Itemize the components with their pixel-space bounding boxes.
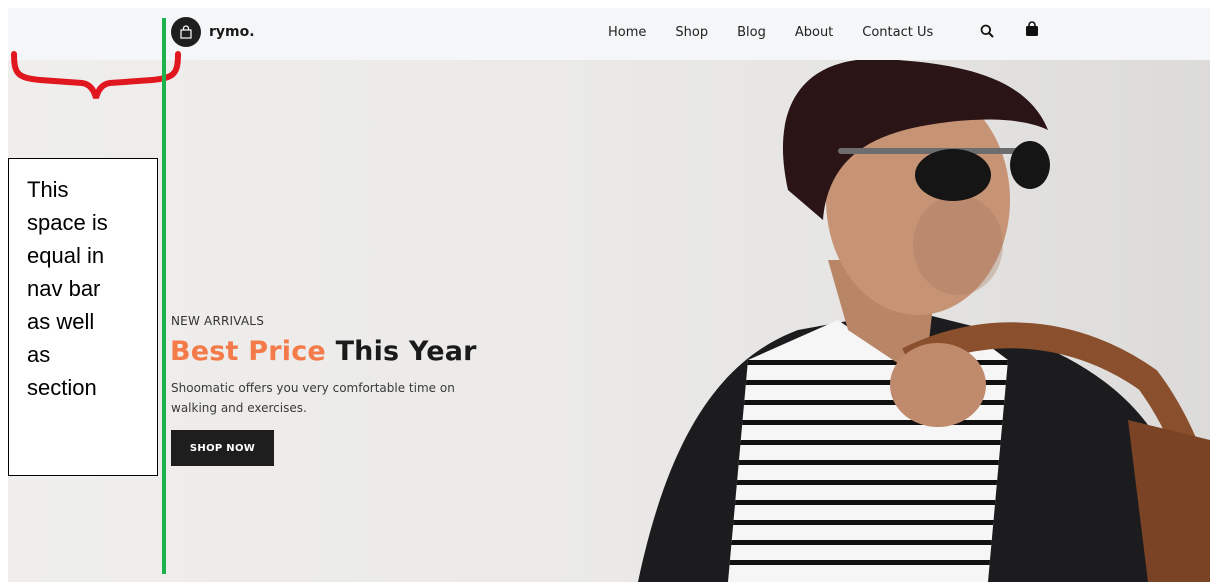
annotation-note: This space is equal in nav bar as well a… — [8, 158, 158, 476]
headline-rest: This Year — [335, 336, 477, 367]
green-guide-line — [162, 18, 166, 574]
hero-headline: Best Price This Year — [170, 336, 477, 367]
shopping-bag-icon — [171, 17, 201, 47]
headline-accent: Best Price — [170, 336, 326, 367]
website-preview: rymo. Home Shop Blog About Contact Us NE… — [8, 8, 1210, 582]
brand[interactable]: rymo. — [171, 17, 255, 47]
hero-model-image — [638, 60, 1210, 582]
search-icon[interactable] — [980, 23, 994, 42]
brand-name: rymo. — [209, 24, 255, 40]
nav-link-about[interactable]: About — [795, 25, 833, 40]
nav-link-home[interactable]: Home — [608, 25, 646, 40]
nav-link-shop[interactable]: Shop — [675, 25, 708, 40]
nav-links: Home Shop Blog About Contact Us — [608, 8, 962, 56]
shop-now-button[interactable]: SHOP NOW — [171, 430, 274, 466]
bag-icon[interactable] — [1025, 21, 1039, 41]
nav-link-contact[interactable]: Contact Us — [862, 25, 933, 40]
hero-eyebrow: NEW ARRIVALS — [171, 314, 265, 328]
navbar: rymo. Home Shop Blog About Contact Us — [8, 8, 1210, 60]
hero-subtext: Shoomatic offers you very comfortable ti… — [171, 381, 455, 415]
red-brace-annotation — [11, 51, 181, 99]
nav-link-blog[interactable]: Blog — [737, 25, 766, 40]
